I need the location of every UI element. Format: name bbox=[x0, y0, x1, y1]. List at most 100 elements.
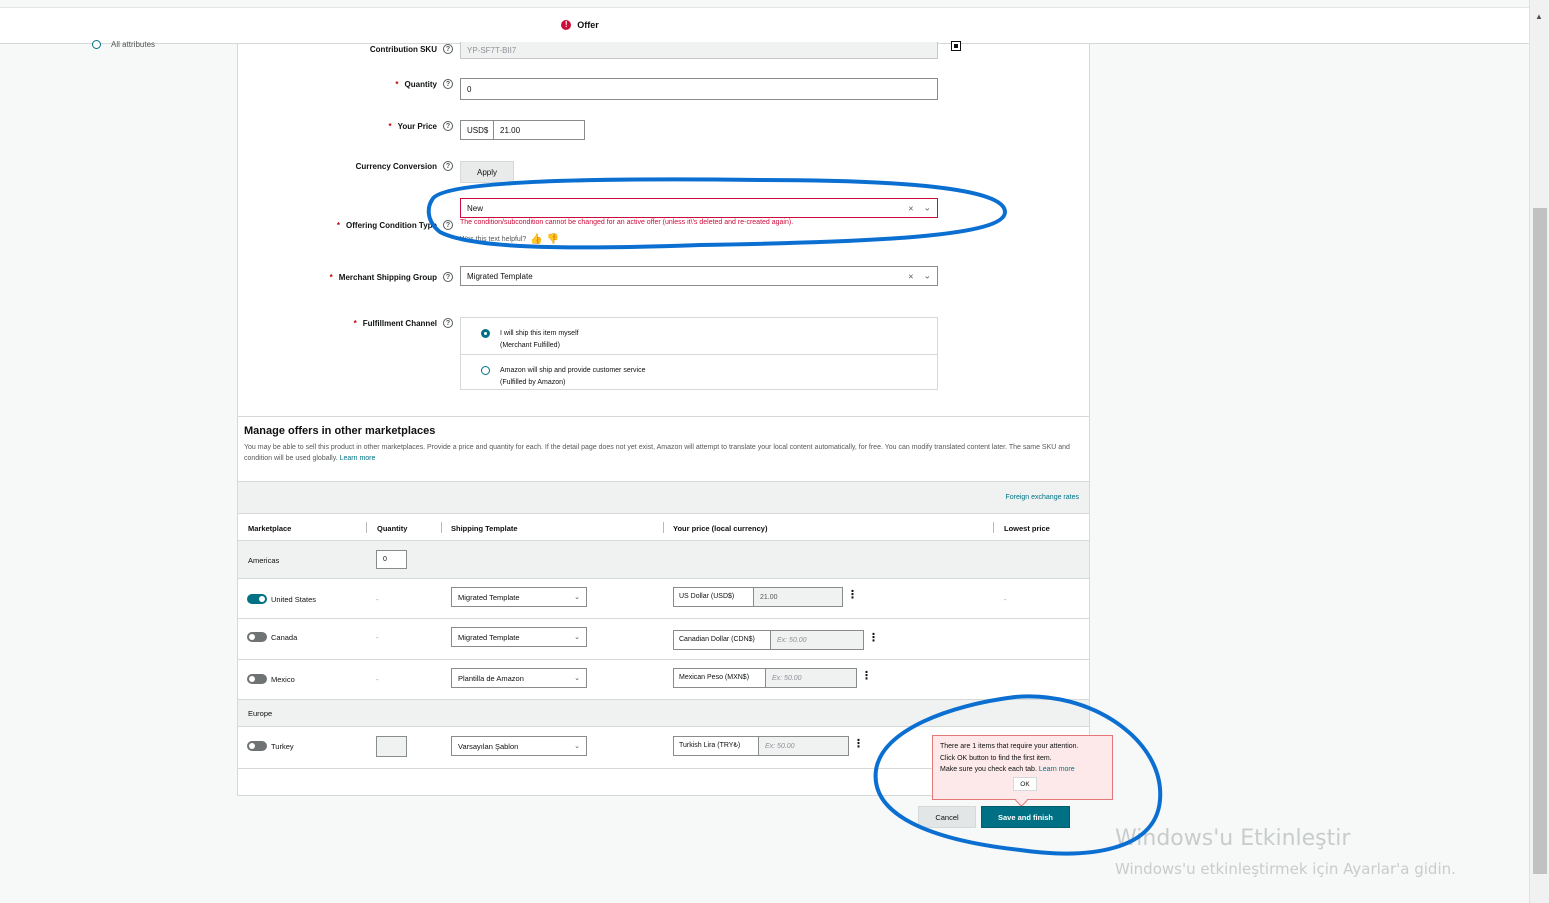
fulfillment-option-amazon[interactable]: Amazon will ship and provide customer se… bbox=[461, 354, 937, 390]
group-quantity-input[interactable]: 0 bbox=[376, 550, 407, 569]
radio-selected-icon[interactable] bbox=[481, 329, 490, 338]
windows-activation-subtitle: Windows'u etkinleştirmek için Ayarlar'a … bbox=[1115, 860, 1456, 878]
price-input[interactable]: Ex: 50.00 bbox=[766, 669, 856, 687]
chevron-down-icon: ⌄ bbox=[574, 594, 580, 601]
col-quantity: Quantity bbox=[377, 524, 408, 533]
option-title: I will ship this item myself bbox=[500, 330, 579, 337]
learn-more-link[interactable]: Learn more bbox=[340, 455, 376, 462]
thumbs-up-icon[interactable]: 👍 bbox=[530, 234, 542, 245]
alert-icon: ! bbox=[561, 20, 572, 30]
price-input[interactable]: Ex: 50.00 bbox=[759, 737, 848, 755]
fulfillment-option-merchant[interactable]: I will ship this item myself (Merchant F… bbox=[461, 318, 937, 354]
chevron-down-icon: ⌄ bbox=[574, 634, 580, 641]
more-options-icon[interactable]: ⋮ bbox=[847, 590, 858, 601]
windows-activation-title: Windows'u Etkinleştir bbox=[1115, 826, 1351, 851]
group-name: Americas bbox=[248, 555, 280, 565]
toggle-switch[interactable] bbox=[247, 632, 267, 642]
col-separator bbox=[663, 522, 664, 533]
merchant-shipping-value: Migrated Template bbox=[467, 271, 533, 281]
help-icon[interactable]: ? bbox=[443, 79, 453, 89]
quantity-label: * Quantity ? bbox=[395, 79, 453, 89]
tab-offer-label: Offer bbox=[577, 20, 599, 30]
chevron-down-icon[interactable]: ⌄ bbox=[923, 203, 931, 214]
thumbs-down-icon[interactable]: 👎 bbox=[547, 234, 559, 245]
price-group: Mexican Peso (MXN$) Ex: 50.00 bbox=[673, 668, 857, 688]
currency-prefix: USD$ bbox=[460, 120, 494, 140]
merchant-shipping-label: * Merchant Shipping Group ? bbox=[330, 272, 453, 282]
toggle-switch[interactable] bbox=[247, 674, 267, 684]
help-icon[interactable]: ? bbox=[443, 318, 453, 328]
help-icon[interactable]: ? bbox=[443, 121, 453, 131]
col-separator bbox=[993, 522, 994, 533]
col-marketplace: Marketplace bbox=[248, 524, 292, 533]
help-icon[interactable]: ? bbox=[443, 220, 453, 230]
col-separator bbox=[366, 522, 367, 533]
help-icon[interactable]: ? bbox=[443, 161, 453, 171]
shipping-template-select[interactable]: Varsayılan Şablon ⌄ bbox=[451, 736, 587, 756]
shipping-template-select[interactable]: Migrated Template ⌄ bbox=[451, 587, 587, 607]
price-input[interactable]: 21.00 bbox=[754, 588, 842, 606]
tooltip-line: There are 1 items that require your atte… bbox=[940, 743, 1079, 750]
shipping-template-select[interactable]: Plantilla de Amazon ⌄ bbox=[451, 668, 587, 688]
section-divider bbox=[238, 416, 1089, 417]
tooltip-ok-button[interactable]: OK bbox=[1013, 777, 1037, 791]
row-quantity: - bbox=[376, 632, 379, 642]
marketplace-table-header: Marketplace Quantity Shipping Template Y… bbox=[238, 513, 1089, 541]
marketplaces-title: Manage offers in other marketplaces bbox=[244, 425, 436, 437]
condition-error-message: The condition/subcondition cannot be cha… bbox=[460, 219, 794, 226]
tab-offer[interactable]: ! Offer bbox=[552, 8, 608, 44]
price-group: Turkish Lira (TRY₺) Ex: 50.00 bbox=[673, 736, 849, 756]
shipping-template-value: Migrated Template bbox=[458, 632, 520, 642]
vertical-scrollbar[interactable]: ▲ bbox=[1529, 0, 1549, 903]
toggle-switch[interactable] bbox=[247, 741, 267, 751]
col-your-price: Your price (local currency) bbox=[673, 524, 768, 533]
table-row: United States - Migrated Template ⌄ US D… bbox=[238, 579, 1089, 619]
your-price-input[interactable]: 21.00 bbox=[493, 120, 585, 140]
sidebar-item-all-attributes[interactable]: All attributes bbox=[92, 40, 155, 49]
cancel-button[interactable]: Cancel bbox=[918, 806, 976, 828]
save-and-finish-button[interactable]: Save and finish bbox=[981, 806, 1070, 828]
currency-conversion-label: Currency Conversion ? bbox=[356, 161, 453, 171]
more-options-icon[interactable]: ⋮ bbox=[868, 633, 879, 644]
clear-icon[interactable]: × bbox=[908, 271, 913, 281]
scroll-up-arrow-icon[interactable]: ▲ bbox=[1535, 12, 1543, 21]
more-options-icon[interactable]: ⋮ bbox=[861, 671, 872, 682]
shipping-template-value: Plantilla de Amazon bbox=[458, 673, 524, 683]
more-options-icon[interactable]: ⋮ bbox=[853, 739, 864, 750]
row-quantity: - bbox=[376, 674, 379, 684]
tab-bar: ! Offer bbox=[0, 7, 1529, 44]
offering-condition-label: * Offering Condition Type ? bbox=[337, 220, 453, 230]
currency-label: Canadian Dollar (CDN$) bbox=[674, 631, 771, 649]
help-icon[interactable]: ? bbox=[443, 44, 453, 54]
shipping-template-value: Migrated Template bbox=[458, 592, 520, 602]
apply-button[interactable]: Apply bbox=[460, 161, 514, 183]
marketplace-name: United States bbox=[271, 594, 317, 604]
chevron-down-icon[interactable]: ⌄ bbox=[923, 271, 931, 282]
currency-label: Turkish Lira (TRY₺) bbox=[674, 737, 759, 755]
fulfillment-options: I will ship this item myself (Merchant F… bbox=[460, 317, 938, 390]
tooltip-learn-more-link[interactable]: Learn more bbox=[1039, 766, 1075, 773]
quantity-input[interactable]: 0 bbox=[460, 78, 938, 100]
help-icon[interactable]: ? bbox=[443, 272, 453, 282]
clear-icon[interactable]: × bbox=[908, 203, 913, 213]
merchant-shipping-select[interactable]: Migrated Template × ⌄ bbox=[460, 266, 938, 286]
marketplace-name: Turkey bbox=[271, 741, 294, 751]
group-row-europe: Europe bbox=[238, 700, 1089, 727]
shipping-template-value: Varsayılan Şablon bbox=[458, 741, 519, 751]
currency-label: Mexican Peso (MXN$) bbox=[674, 669, 766, 687]
fx-rates-link[interactable]: Foreign exchange rates bbox=[1005, 494, 1079, 501]
scrollbar-thumb[interactable] bbox=[1533, 208, 1547, 874]
currency-label: US Dollar (USD$) bbox=[674, 588, 754, 606]
option-subtitle: (Fulfilled by Amazon) bbox=[500, 379, 566, 386]
tooltip-line: Make sure you check each tab. bbox=[940, 766, 1037, 773]
price-input[interactable]: Ex: 50.00 bbox=[771, 631, 863, 649]
group-name: Europe bbox=[248, 709, 273, 718]
fx-band: Foreign exchange rates bbox=[238, 481, 1089, 513]
shipping-template-select[interactable]: Migrated Template ⌄ bbox=[451, 627, 587, 647]
toggle-switch[interactable] bbox=[247, 594, 267, 604]
sidebar-item-label: All attributes bbox=[111, 40, 156, 49]
radio-unselected-icon[interactable] bbox=[481, 366, 490, 375]
offering-condition-select[interactable]: New × ⌄ bbox=[460, 198, 938, 218]
lowest-price: - bbox=[1004, 594, 1007, 604]
row-quantity-input[interactable] bbox=[376, 736, 407, 757]
